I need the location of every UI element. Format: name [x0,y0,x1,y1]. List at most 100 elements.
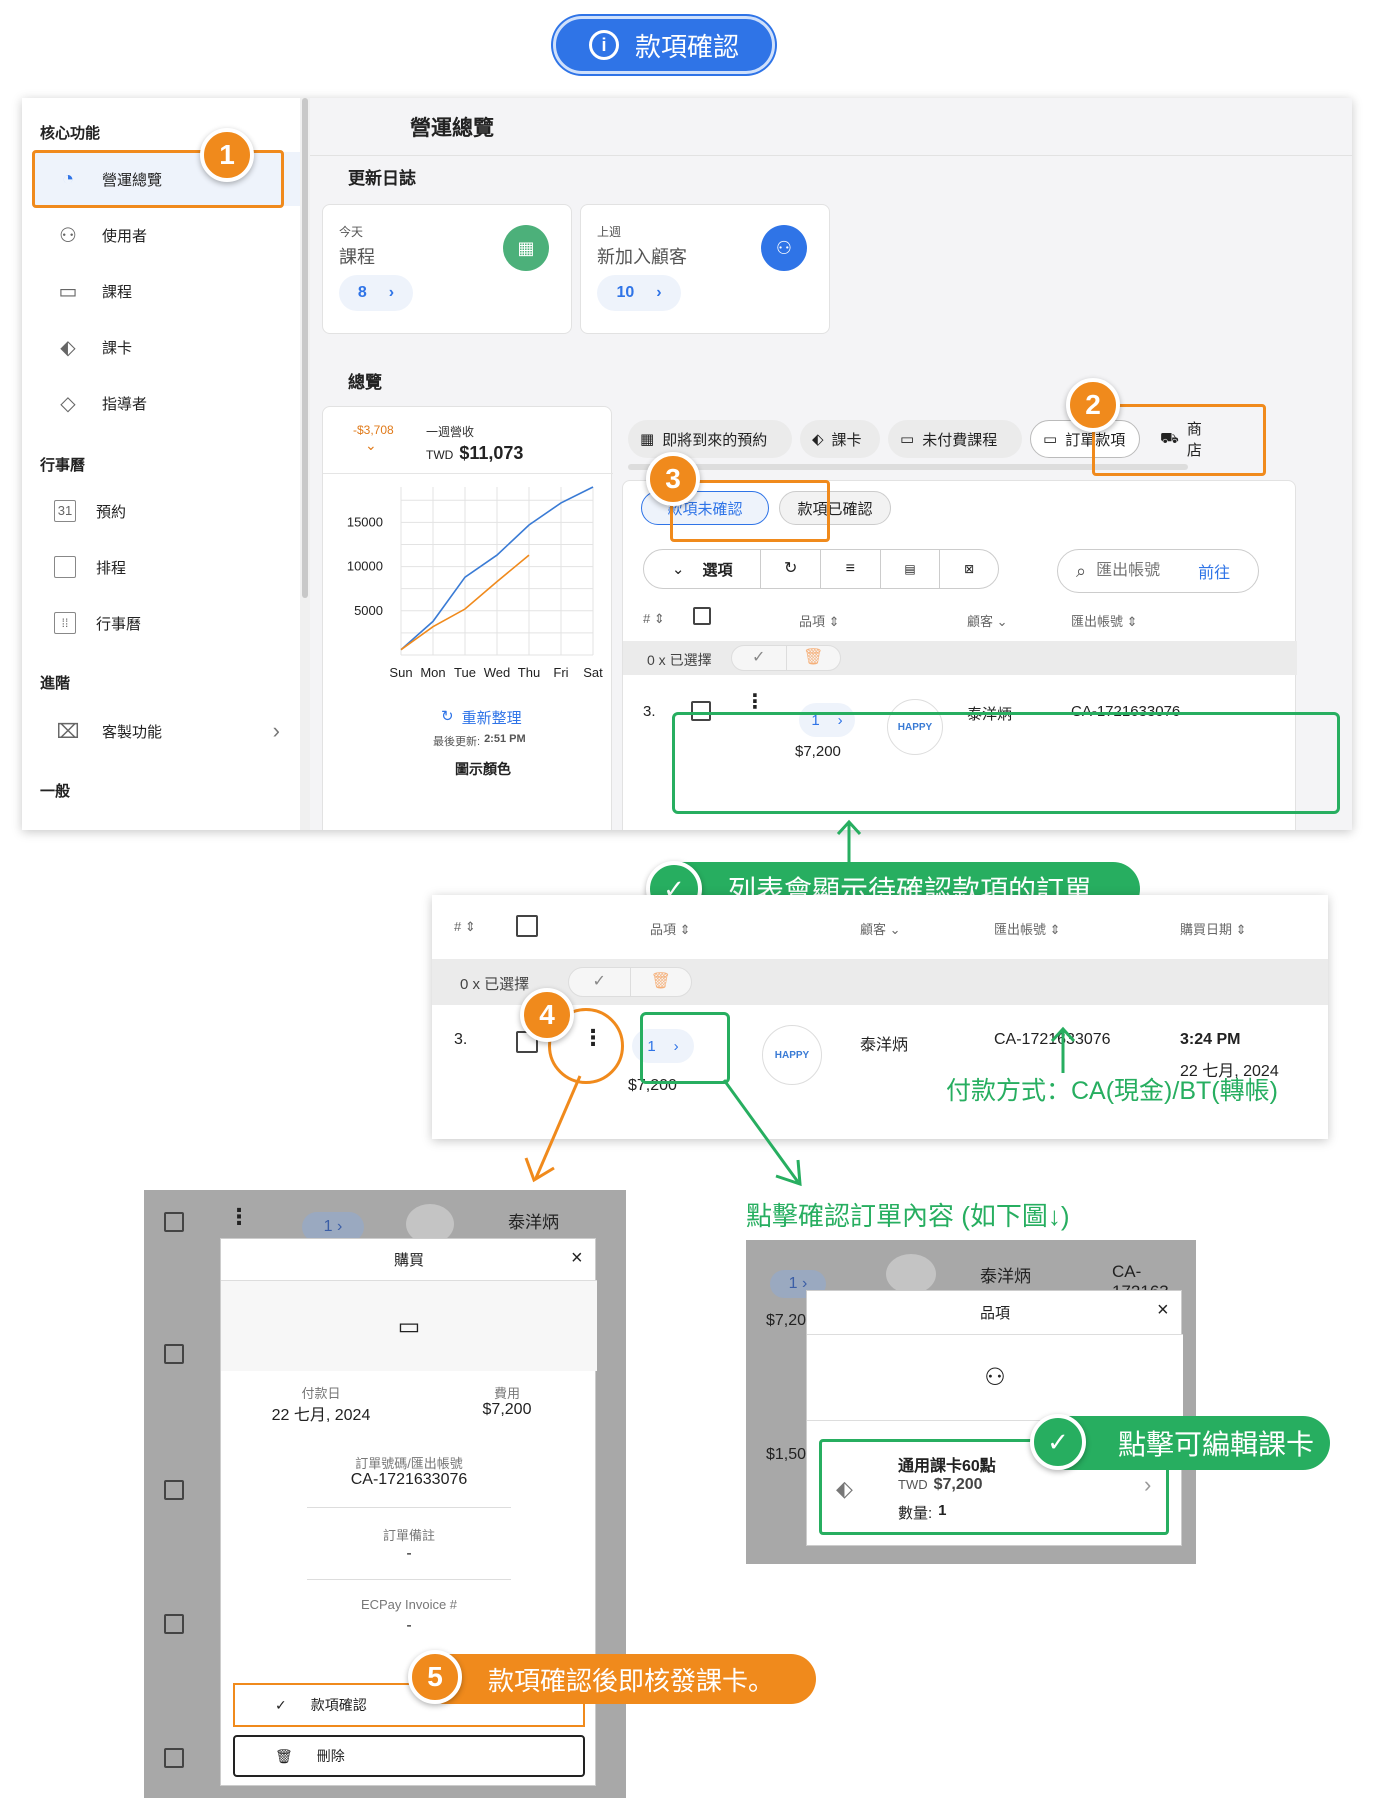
tab-cards[interactable]: ⬖ 課卡 [800,420,880,458]
row-checkbox[interactable] [164,1480,184,1500]
close-icon[interactable]: × [571,1247,583,1270]
sidebar-item-courses[interactable]: ▭ 課程 [32,264,300,318]
column-header-customer[interactable]: 顧客 ⌄ [860,919,901,938]
column-header-index[interactable]: # ⇕ [454,919,476,935]
sidebar-item-custom[interactable]: ⌧ 客製功能 › [32,704,300,758]
card-price: $7,200 [933,1476,983,1493]
easel-icon: ▭ [900,431,915,448]
more-vertical-icon[interactable]: ⋮ [745,692,765,712]
check-icon[interactable]: ✓ [569,968,631,996]
revenue-label: 一週營收 [426,425,475,439]
calendar-icon: ▦ [640,431,655,448]
x-tick-label: Sun [389,665,412,680]
check-circle-icon: ✓ [1030,1414,1086,1470]
sidebar-item-calendar[interactable]: ⁞⁞ 行事曆 [32,596,300,650]
sidebar-item-schedule[interactable]: 排程 [32,540,300,594]
sidebar-scrollbar[interactable] [300,98,310,830]
more-vertical-icon[interactable]: ⋮ [228,1204,250,1230]
card-period: 上週 [597,225,622,239]
refresh-label: 重新整理 [461,710,522,727]
tab-label: 課卡 [831,431,862,449]
x-tick-label: Wed [484,665,511,680]
column-header-account[interactable]: 匯出帳號 ⇕ [1071,611,1138,630]
select-all-checkbox[interactable] [693,607,711,625]
credit-card-icon: ▭ [221,1281,597,1371]
delete-button[interactable]: 🗑 刪除 [233,1735,585,1777]
modal-title: 品項 [979,1305,1010,1322]
courses-count-button[interactable]: 8 › [339,275,413,311]
title-pill: i 款項確認 [553,16,775,74]
up-arrow-green [836,819,862,864]
check-icon[interactable]: ✓ [732,646,787,670]
card-currency: TWD [898,1477,928,1492]
sidebar-item-label: 預約 [96,503,127,521]
refresh-button[interactable]: ↻ 重新整理 [441,707,522,728]
divider [323,473,613,474]
row-customer: 泰洋炳 [860,1037,909,1054]
calendar-grid-icon: ⁞⁞ [54,612,76,634]
arrow-orange [524,1075,582,1183]
row-checkbox[interactable] [164,1614,184,1634]
trash-icon[interactable]: 🗑 [631,968,692,996]
memo-label: 訂單備註 [382,1528,435,1543]
modal-header: 購買 [221,1239,597,1281]
chevron-down-icon: ⌄ [671,561,685,578]
column-header-account[interactable]: 匯出帳號 ⇕ [994,919,1061,938]
row-checkbox[interactable] [164,1748,184,1768]
x-tick-label: Fri [553,665,568,680]
sidebar-item-instructors[interactable]: ◇ 指導者 [32,376,300,430]
calendar-blank-icon [54,556,76,578]
graduation-cap-icon: ◇ [60,392,76,415]
column-header-item[interactable]: 品項 ⇕ [650,919,691,938]
selection-bar: 0 x 已選擇 ✓ 🗑 [623,641,1297,675]
column-header-item[interactable]: 品項 ⇕ [799,611,840,630]
column-header-index[interactable]: # ⇕ [643,611,665,627]
card-title: 課程 [339,247,375,267]
users-icon: ⚇ [761,225,807,271]
badge-number: 2 [1085,389,1101,420]
row-checkbox[interactable] [164,1344,184,1364]
sidebar-item-users[interactable]: ⚇ 使用者 [32,208,300,262]
x-tick-label: Mon [420,665,445,680]
note-click-detail: 點擊確認訂單內容 (如下圖↓) [746,1201,1070,1231]
avatar-text: HAPPY [774,1049,810,1061]
tab-upcoming-bookings[interactable]: ▦ 即將到來的預約 [628,420,792,458]
row-time: 3:24 PM [1180,1031,1241,1048]
column-header-purchase-date[interactable]: 購買日期 ⇕ [1180,919,1247,938]
row-customer: 泰洋炳 [980,1267,1031,1286]
search-bar: ⌕ 前往 [1057,549,1259,593]
customers-count-button[interactable]: 10 › [597,275,681,311]
trash-icon[interactable]: 🗑 [787,646,841,670]
csv-export-icon[interactable]: ▤ [881,549,941,589]
sidebar-item-label: 課程 [102,283,133,301]
sidebar-item-cards[interactable]: ⬖ 課卡 [32,320,300,374]
options-dropdown[interactable]: ⌄ 選項 [644,549,762,589]
filter-sliders-icon[interactable]: ≡ [821,549,881,589]
note-text: 點擊可編輯課卡 [1118,1429,1315,1460]
excel-export-icon[interactable]: ⊠ [940,549,998,589]
go-button[interactable]: 前往 [1198,559,1230,583]
column-header-customer[interactable]: 顧客 ⌄ [967,611,1008,630]
y-tick-label: 10000 [347,559,383,574]
qty-value: 1 [323,1218,333,1235]
card-price-row: TWD $7,200 [898,1476,983,1494]
close-icon[interactable]: × [1157,1299,1169,1322]
bulk-actions: ✓ 🗑 [568,967,692,997]
sidebar-item-label: 排程 [96,559,127,577]
note-confirm-pill: 款項確認後即核發課卡。 [420,1654,816,1704]
search-input[interactable] [1096,562,1189,580]
qty-label: 數量: [898,1505,933,1522]
badge-number: 1 [219,139,235,170]
select-all-checkbox[interactable] [516,915,538,937]
badge-number: 5 [427,1661,443,1692]
chevron-down-icon: ⌄ [365,437,377,453]
badge-number: 4 [539,999,555,1030]
divider [307,1579,511,1580]
tab-unpaid-courses[interactable]: ▭ 未付費課程 [888,420,1022,458]
sidebar-item-bookings[interactable]: 31 預約 [32,484,300,538]
selected-count: 0 x 已選擇 [460,976,530,993]
row-checkbox[interactable] [164,1212,184,1232]
row-customer: 泰洋炳 [508,1213,559,1232]
refresh-icon[interactable]: ↻ [761,549,821,589]
selected-count: 0 x 已選擇 [647,652,712,668]
